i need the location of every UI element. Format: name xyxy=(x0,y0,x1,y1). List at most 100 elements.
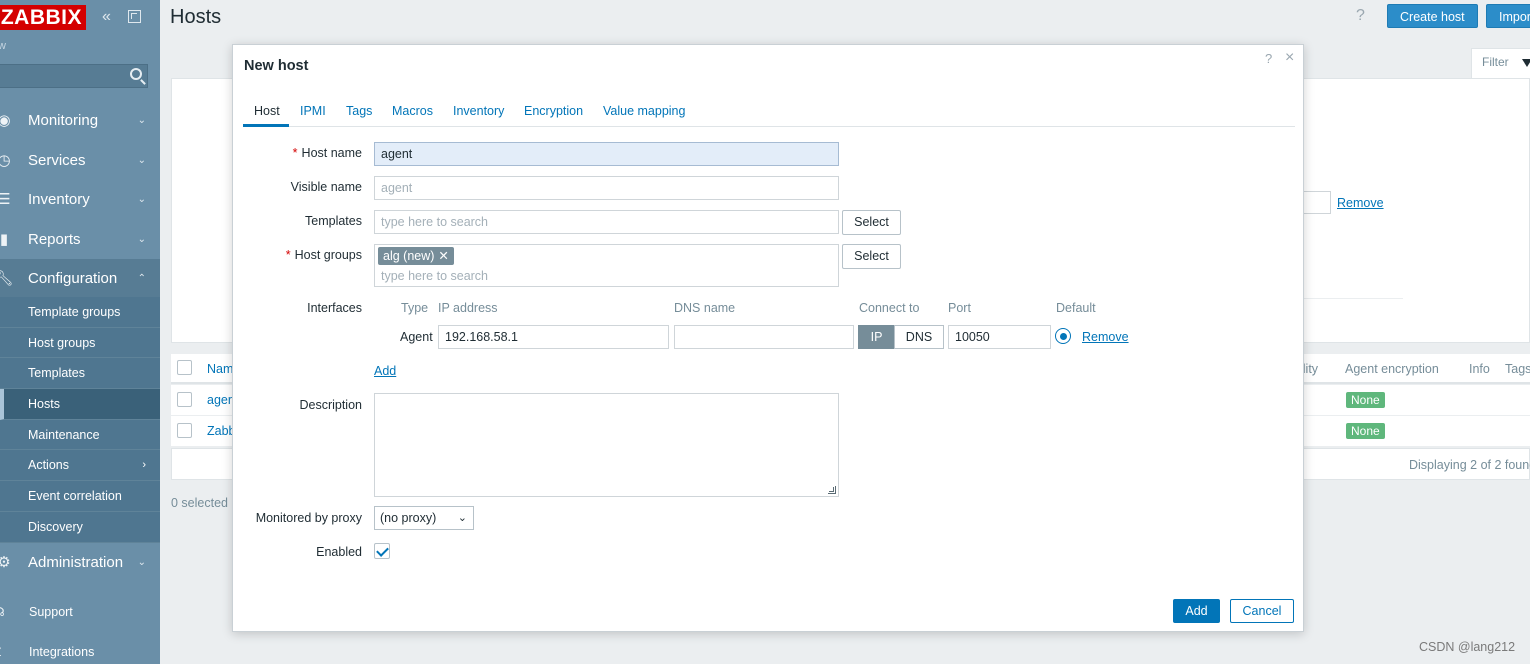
templates-label: Templates xyxy=(305,214,362,228)
chevron-down-icon: ⌄ xyxy=(137,193,146,205)
host-groups-multiselect[interactable]: alg (new) ✕ type here to search xyxy=(374,244,839,287)
host-name-label: * Host name xyxy=(293,146,362,160)
menu-integrations-label: Integrations xyxy=(29,645,95,659)
submenu-hosts[interactable]: Hosts xyxy=(0,389,160,420)
tab-inventory[interactable]: Inventory xyxy=(453,104,504,118)
menu-administration-label: Administration xyxy=(28,553,124,571)
chevron-right-icon: › xyxy=(142,459,146,472)
host-group-chip-label: alg (new) xyxy=(383,249,435,263)
kiosk-mode-icon[interactable] xyxy=(128,10,141,23)
submenu-actions-label: Actions xyxy=(28,458,69,473)
templates-placeholder: type here to search xyxy=(381,215,489,229)
menu-monitoring[interactable]: ◉ Monitoring ⌄ xyxy=(0,101,160,139)
new-host-dialog: New host ? × Host IPMI Tags Macros Inven… xyxy=(232,44,1304,632)
submenu-maintenance[interactable]: Maintenance xyxy=(0,419,160,451)
search-icon[interactable] xyxy=(130,68,142,80)
menu-administration[interactable]: ⚙ Administration ⌄ xyxy=(0,543,160,581)
menu-reports[interactable]: ▮ Reports ⌄ xyxy=(0,220,160,258)
submenu-discovery[interactable]: Discovery xyxy=(0,511,160,543)
dialog-tabs: Host IPMI Tags Macros Inventory Encrypti… xyxy=(243,101,1295,127)
description-textarea[interactable] xyxy=(374,393,839,497)
dialog-help-icon[interactable]: ? xyxy=(1265,51,1272,66)
close-icon[interactable]: × xyxy=(1285,49,1294,67)
funnel-icon xyxy=(1522,58,1530,67)
create-host-button[interactable]: Create host xyxy=(1387,4,1478,28)
tab-host[interactable]: Host xyxy=(254,104,280,118)
submenu-actions[interactable]: Actions › xyxy=(0,450,160,482)
menu-reports-label: Reports xyxy=(28,230,81,248)
visible-name-placeholder: agent xyxy=(381,181,413,195)
select-all-checkbox[interactable] xyxy=(177,360,192,375)
menu-support-label: Support xyxy=(29,605,73,619)
wrench-icon: 🔧︎ xyxy=(0,270,14,287)
menu-configuration[interactable]: 🔧︎ Configuration ⌃ xyxy=(0,259,160,297)
filter-remove-link[interactable]: Remove xyxy=(1337,196,1384,210)
host-groups-select-button[interactable]: Select xyxy=(842,244,901,269)
chevron-down-icon: ⌄ xyxy=(137,233,146,245)
dialog-title: New host xyxy=(244,58,309,74)
resize-handle-icon[interactable] xyxy=(828,486,836,494)
submenu-host-groups[interactable]: Host groups xyxy=(0,327,160,359)
enabled-checkbox[interactable] xyxy=(374,543,390,559)
connect-dns-toggle[interactable]: DNS xyxy=(894,325,944,349)
visible-name-input[interactable]: agent xyxy=(374,176,839,200)
sidebar: ZABBIX « w ◉ Monitoring ⌄ ◷ Services ⌄ ☰… xyxy=(0,0,160,664)
menu-configuration-label: Configuration xyxy=(28,269,118,287)
templates-input[interactable]: type here to search xyxy=(374,210,839,234)
description-label: Description xyxy=(299,398,362,412)
remove-chip-icon[interactable]: ✕ xyxy=(438,249,448,263)
visible-name-label: Visible name xyxy=(290,180,362,194)
collapse-sidebar-icon[interactable]: « xyxy=(102,8,111,26)
host-name-link[interactable]: ager xyxy=(207,393,232,407)
templates-select-button[interactable]: Select xyxy=(842,210,901,235)
interface-header-default: Default xyxy=(1056,301,1096,315)
row-checkbox[interactable] xyxy=(177,392,192,407)
remove-interface-link[interactable]: Remove xyxy=(1082,330,1129,344)
configuration-submenu: Template groups Host groups Templates Ho… xyxy=(0,297,160,543)
active-tab-indicator xyxy=(243,124,289,127)
enabled-label: Enabled xyxy=(316,545,362,559)
required-marker: * xyxy=(292,146,298,160)
default-interface-radio[interactable] xyxy=(1055,328,1071,344)
interface-dns-input[interactable] xyxy=(674,325,854,349)
interface-port-input[interactable]: 10050 xyxy=(948,325,1051,349)
proxy-select[interactable]: (no proxy) ⌄ xyxy=(374,506,474,530)
tab-encryption[interactable]: Encryption xyxy=(524,104,583,118)
interface-ip-input[interactable]: 192.168.58.1 xyxy=(438,325,669,349)
interface-header-dns: DNS name xyxy=(674,301,736,315)
filter-tab[interactable]: Filter xyxy=(1471,48,1530,79)
tab-tags[interactable]: Tags xyxy=(346,104,372,118)
zabbix-logo[interactable]: ZABBIX xyxy=(0,5,86,30)
interface-header-connect: Connect to xyxy=(859,301,920,315)
watermark: CSDN @lang212 xyxy=(1419,640,1516,654)
cancel-button[interactable]: Cancel xyxy=(1230,599,1294,623)
clock-icon: ◷ xyxy=(0,152,11,169)
column-name[interactable]: Nam xyxy=(207,362,233,376)
help-icon[interactable]: ? xyxy=(1356,7,1365,25)
host-name-label-text: Host name xyxy=(301,146,362,160)
submenu-event-correlation[interactable]: Event correlation xyxy=(0,481,160,512)
submenu-template-groups[interactable]: Template groups xyxy=(0,297,160,328)
filter-tab-label: Filter xyxy=(1482,55,1509,69)
menu-inventory[interactable]: ☰ Inventory ⌄ xyxy=(0,180,160,218)
tab-macros[interactable]: Macros xyxy=(392,104,433,118)
menu-services-label: Services xyxy=(28,151,86,169)
headset-icon: ☊ xyxy=(0,605,5,619)
sidebar-search-input[interactable] xyxy=(0,64,148,88)
chevron-down-icon: ⌄ xyxy=(137,114,146,126)
chevron-down-icon: ⌄ xyxy=(137,556,146,568)
gear-icon: ⚙ xyxy=(0,554,11,571)
connect-ip-toggle[interactable]: IP xyxy=(858,325,895,349)
host-name-input[interactable]: agent xyxy=(374,142,839,166)
tab-value-mapping[interactable]: Value mapping xyxy=(603,104,685,118)
import-button[interactable]: Impor xyxy=(1486,4,1530,28)
filter-field-partial[interactable] xyxy=(1300,191,1331,214)
host-groups-search-placeholder[interactable]: type here to search xyxy=(381,269,488,283)
add-interface-link[interactable]: Add xyxy=(374,364,396,378)
row-checkbox[interactable] xyxy=(177,423,192,438)
submenu-templates[interactable]: Templates xyxy=(0,358,160,390)
menu-services[interactable]: ◷ Services ⌄ xyxy=(0,141,160,179)
add-button[interactable]: Add xyxy=(1173,599,1220,623)
tab-ipmi[interactable]: IPMI xyxy=(300,104,326,118)
encryption-badge: None xyxy=(1346,392,1385,408)
